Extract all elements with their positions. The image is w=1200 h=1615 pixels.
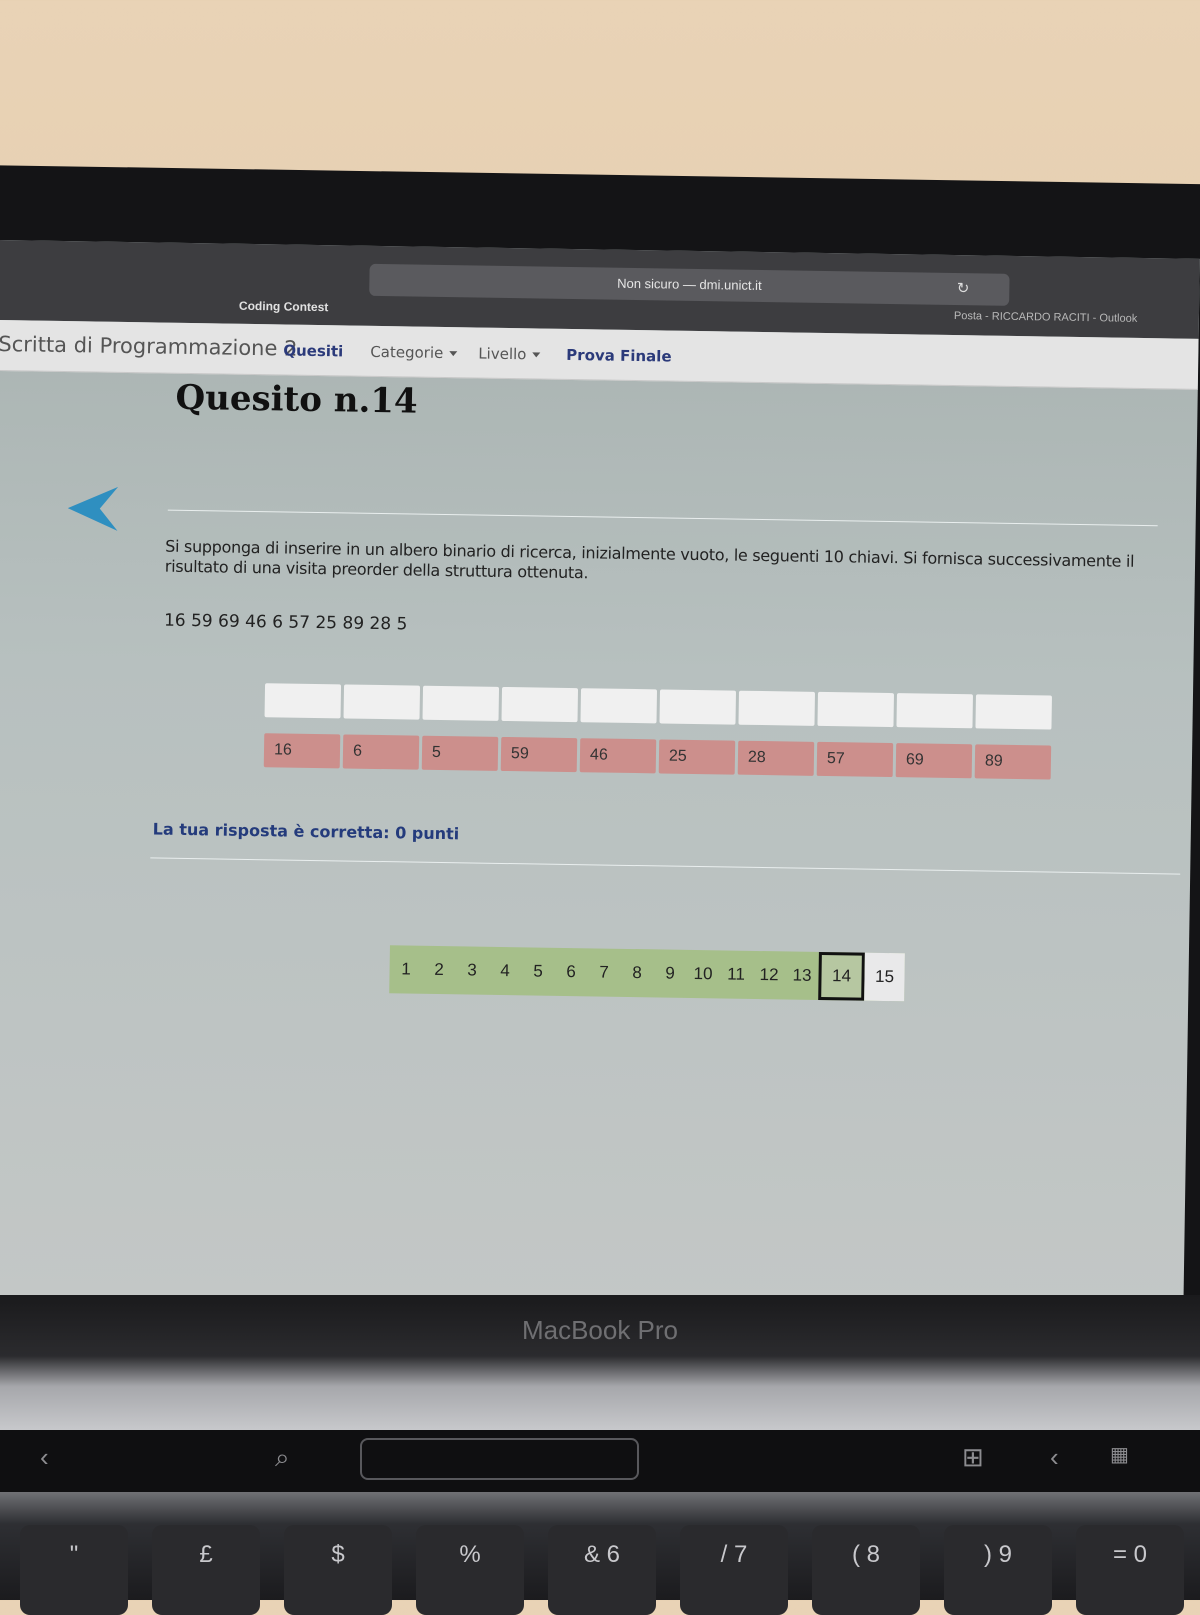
- address-bar[interactable]: Non sicuro — dmi.unict.it ↻: [369, 263, 1010, 306]
- answer-slot[interactable]: [896, 693, 973, 729]
- search-icon[interactable]: ⌕: [275, 1442, 290, 1474]
- nav-categorie[interactable]: Categorie: [370, 342, 458, 362]
- back-chevron-icon[interactable]: ‹: [40, 1442, 49, 1473]
- keyboard-key[interactable]: ) 9: [944, 1525, 1052, 1615]
- site-brand[interactable]: Scritta di Programmazione 2: [0, 332, 298, 361]
- answer-slot[interactable]: [501, 686, 579, 723]
- answer-chip[interactable]: 46: [579, 738, 657, 774]
- chevron-left-icon[interactable]: ‹: [1050, 1442, 1059, 1473]
- question-keys: 16 59 69 46 6 57 25 89 28 5: [163, 610, 408, 635]
- page-title: Quesito n.14: [175, 377, 418, 422]
- page-link-2[interactable]: 2: [422, 946, 456, 995]
- answer-slot[interactable]: [738, 690, 816, 726]
- page-link-9[interactable]: 9: [653, 949, 687, 998]
- answer-chip[interactable]: 6: [342, 734, 420, 770]
- keyboard-key[interactable]: / 7: [680, 1525, 788, 1615]
- page-link-1[interactable]: 1: [389, 945, 423, 994]
- answer-slot[interactable]: [580, 688, 658, 724]
- page-link-11[interactable]: 11: [719, 950, 753, 999]
- keyboard-key[interactable]: & 6: [548, 1525, 656, 1615]
- back-arrow-icon[interactable]: [67, 484, 120, 533]
- nav-livello[interactable]: Livello: [478, 344, 541, 364]
- keyboard-key[interactable]: $: [284, 1525, 392, 1615]
- answer-chip[interactable]: 28: [737, 740, 815, 776]
- keyboard-key[interactable]: = 0: [1076, 1525, 1184, 1615]
- url-text: Non sicuro — dmi.unict.it: [617, 275, 762, 293]
- answer-chip[interactable]: 25: [658, 739, 736, 775]
- reload-icon[interactable]: ↻: [957, 273, 970, 305]
- page-link-12[interactable]: 12: [752, 951, 786, 1000]
- browser-screen: Non sicuro — dmi.unict.it ↻ Coding Conte…: [0, 240, 1200, 1314]
- page-link-15[interactable]: 15: [864, 952, 905, 1002]
- touchbar-thumbnail[interactable]: [360, 1438, 639, 1480]
- grid-icon[interactable]: ▦: [1110, 1442, 1129, 1467]
- chevron-down-icon: [449, 351, 458, 357]
- answer-chip[interactable]: 59: [500, 736, 578, 773]
- answer-chip[interactable]: 57: [816, 741, 894, 778]
- answer-slot[interactable]: [264, 683, 342, 719]
- main-content: Quesito n.14 Si supponga di inserire in …: [0, 371, 1198, 1314]
- keyboard-key[interactable]: ( 8: [812, 1525, 920, 1615]
- tab-outlook[interactable]: Posta - RICCARDO RACITI - Outlook: [954, 310, 1138, 325]
- keyboard-key[interactable]: £: [152, 1525, 260, 1615]
- result-message: La tua risposta è corretta: 0 punti: [152, 819, 460, 844]
- answer-slot[interactable]: [817, 691, 894, 728]
- nav-livello-label: Livello: [478, 344, 527, 364]
- divider-bottom: [150, 857, 1181, 875]
- page-link-8[interactable]: 8: [620, 949, 654, 998]
- page-link-4[interactable]: 4: [488, 947, 522, 996]
- divider-top: [167, 509, 1158, 527]
- page-link-3[interactable]: 3: [455, 946, 489, 995]
- page-link-10[interactable]: 10: [686, 950, 720, 999]
- laptop-lower: MacBook Pro ‹ ⌕ ⊞ ‹ ▦ " £ $% & 6 / 7 ( 8 ) 9 = …: [0, 1295, 1200, 1615]
- answer-chip[interactable]: 16: [263, 733, 341, 769]
- question-text: Si supponga di inserire in un albero bin…: [164, 536, 1135, 583]
- nav-quesiti[interactable]: Quesiti: [283, 341, 343, 360]
- nav-prova-finale[interactable]: Prova Finale: [566, 346, 672, 366]
- page-link-6[interactable]: 6: [554, 948, 588, 997]
- keyboard-key[interactable]: %: [416, 1525, 524, 1615]
- tab-coding-contest[interactable]: Coding Contest: [239, 299, 329, 314]
- answer-chip[interactable]: 69: [895, 743, 973, 779]
- answer-slot[interactable]: [659, 689, 737, 725]
- answer-slot[interactable]: [343, 684, 421, 720]
- answer-slots: [264, 683, 1052, 730]
- nav-categorie-label: Categorie: [370, 342, 444, 362]
- answer-chip[interactable]: 89: [974, 744, 1052, 780]
- page-link-13[interactable]: 13: [785, 951, 819, 1000]
- new-tab-icon[interactable]: ⊞: [962, 1442, 984, 1473]
- touch-bar: ‹ ⌕ ⊞ ‹ ▦: [0, 1430, 1200, 1492]
- page-link-14[interactable]: 14: [818, 951, 865, 1001]
- page-link-5[interactable]: 5: [521, 947, 555, 996]
- keyboard-key[interactable]: ": [20, 1525, 128, 1615]
- laptop-brand-label: MacBook Pro: [521, 1315, 679, 1345]
- answer-slot[interactable]: [422, 685, 500, 721]
- answer-chips: 16 6 5 59 46 25 28 57 69 89: [263, 733, 1052, 780]
- answer-slot[interactable]: [975, 694, 1052, 730]
- page-link-7[interactable]: 7: [587, 948, 621, 997]
- chevron-down-icon: [532, 352, 541, 358]
- answer-chip[interactable]: 5: [421, 735, 499, 771]
- question-pager: 1 2 3 4 5 6 7 8 9 10 11 12 13 14 15: [389, 945, 905, 1002]
